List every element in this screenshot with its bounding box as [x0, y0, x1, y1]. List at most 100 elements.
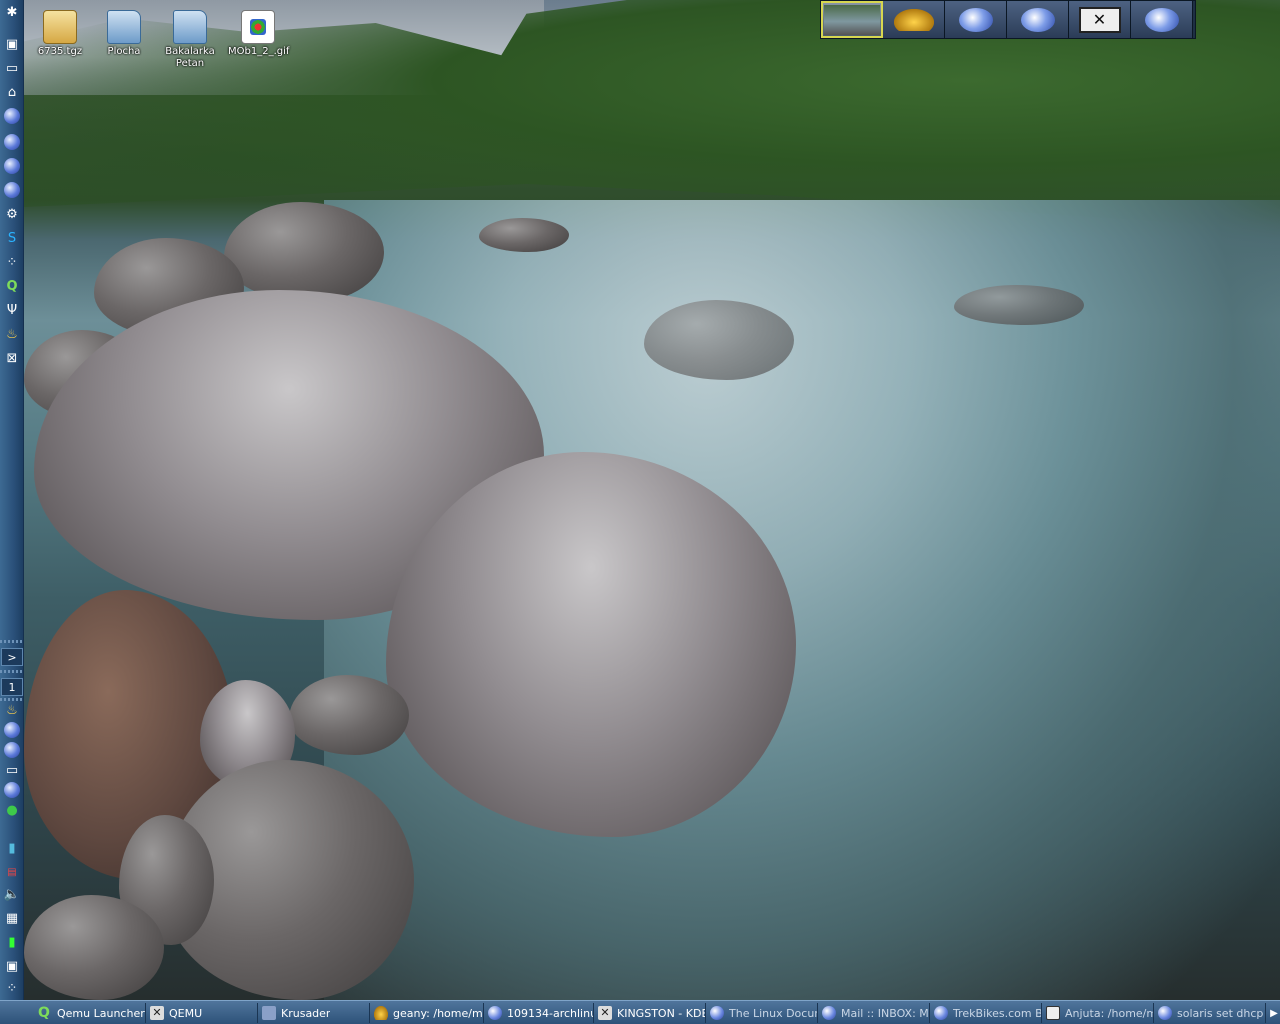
task-label: QEMU	[169, 1006, 203, 1020]
browser-icon	[488, 1006, 502, 1020]
wallpaper-rock	[479, 218, 569, 252]
browser-icon	[710, 1006, 724, 1020]
browser-icon[interactable]	[2, 720, 22, 740]
pager-desktop-6[interactable]	[1131, 1, 1193, 38]
task-mail-inbox[interactable]: Mail :: INBOX: MO	[820, 1003, 930, 1023]
taskbar-scroll-right-button[interactable]: ▶	[1268, 1003, 1280, 1023]
leaf-icon[interactable]: ●	[2, 800, 22, 820]
task-label: Mail :: INBOX: MO	[841, 1006, 929, 1020]
krusader-icon	[262, 1006, 276, 1020]
task-krusader[interactable]: Krusader	[260, 1003, 370, 1023]
clipboard-icon[interactable]: ▦	[2, 908, 22, 928]
task-geany[interactable]: geany: /home/mil	[372, 1003, 484, 1023]
task-solaris-dhcp[interactable]: solaris set dhcp c	[1156, 1003, 1266, 1023]
browser-icon[interactable]	[2, 740, 22, 760]
task-label: solaris set dhcp c	[1177, 1006, 1265, 1020]
task-kingston[interactable]: ✕ KINGSTON - KDE	[596, 1003, 706, 1023]
browser-icon	[822, 1006, 836, 1020]
desktop-icon-plocha[interactable]: Plocha	[94, 10, 154, 58]
browser-icon	[1020, 7, 1055, 32]
browser-icon	[934, 1006, 948, 1020]
task-qemu-launcher[interactable]: Q Qemu Launcher	[36, 1003, 146, 1023]
geany-icon	[374, 1006, 388, 1020]
task-label: 109134-archlinux	[507, 1006, 593, 1020]
taskbar: Q Qemu Launcher ✕ QEMU Krusader geany: /…	[0, 1000, 1280, 1024]
task-trekbikes[interactable]: TrekBikes.com Bik	[932, 1003, 1042, 1023]
terminal-icon[interactable]: ▭	[2, 760, 22, 780]
wallpaper-rock	[644, 300, 794, 380]
desktop-icon-bakalarka[interactable]: Bakalarka Petan	[160, 10, 220, 70]
task-label: geany: /home/mil	[393, 1006, 483, 1020]
browser-icon[interactable]	[2, 156, 22, 176]
wallpaper-rock	[24, 895, 164, 1000]
task-label: The Linux Docum	[729, 1006, 817, 1020]
desktop-icon-label: Plocha	[107, 46, 141, 57]
desktop-wallpaper	[24, 0, 1280, 1000]
left-panel: ✱ ▣ ▭ ⌂ ⚙ S ⁘ Q Ψ ♨ ⊠ > 1 ♨ ▭ ● ▮ ▤ 🔈 ▦ …	[0, 0, 24, 1000]
browser-icon[interactable]	[2, 780, 22, 800]
browser-icon	[958, 7, 993, 32]
archive-icon	[43, 10, 77, 44]
wallpaper-thumb	[823, 4, 880, 35]
x-window-icon: ✕	[150, 1006, 164, 1020]
task-archlinux[interactable]: 109134-archlinux	[486, 1003, 594, 1023]
panel-expand-button[interactable]: >	[1, 648, 23, 666]
pager-desktop-2[interactable]	[883, 1, 945, 38]
task-label: Qemu Launcher	[57, 1006, 145, 1020]
keyboard-layout-flag-icon[interactable]: ▤	[2, 862, 22, 882]
browser-icon[interactable]	[2, 106, 22, 126]
browser-icon	[1144, 7, 1179, 32]
panel-separator	[0, 670, 24, 673]
browser-icon	[1158, 1006, 1172, 1020]
desktop-icon-label: Bakalarka Petan	[165, 46, 215, 69]
gear-icon[interactable]: ⚙	[2, 204, 22, 224]
x-window-icon: ✕	[1078, 6, 1121, 33]
anjuta-icon[interactable]: ⊠	[2, 348, 22, 368]
kde-menu-icon[interactable]: ✱	[2, 2, 22, 22]
task-label: KINGSTON - KDE	[617, 1006, 705, 1020]
network-icon[interactable]: ⁘	[2, 978, 22, 998]
qemu-icon: Q	[38, 1005, 50, 1021]
task-anjuta[interactable]: Anjuta: /home/mil	[1044, 1003, 1154, 1023]
network-icon[interactable]: ⁘	[2, 252, 22, 272]
anjuta-icon	[1046, 1006, 1060, 1020]
cpu-monitor-icon[interactable]: ▮	[2, 932, 22, 952]
x-window-icon: ✕	[598, 1006, 612, 1020]
task-linux-docs[interactable]: The Linux Docum	[708, 1003, 818, 1023]
mail-icon[interactable]	[2, 132, 22, 152]
desktop-pager: ✕	[820, 0, 1196, 39]
qemu-icon[interactable]: Q	[2, 276, 22, 296]
folder-icon	[173, 10, 207, 44]
desktop-icon-label: MOb1_2_.gif	[228, 46, 290, 57]
task-label: TrekBikes.com Bik	[953, 1006, 1041, 1020]
task-label: Anjuta: /home/mil	[1065, 1006, 1153, 1020]
display-icon[interactable]: ▣	[2, 956, 22, 976]
wallpaper-rock	[954, 285, 1084, 325]
terminal-icon[interactable]: ▭	[2, 58, 22, 78]
folder-icon	[107, 10, 141, 44]
lamp-icon	[893, 8, 934, 31]
network-monitor-icon[interactable]: ▮	[2, 838, 22, 858]
volume-icon[interactable]: 🔈	[2, 884, 22, 904]
wallpaper-rock	[386, 452, 796, 837]
desktop-icon-label: 6735.tgz	[37, 46, 83, 57]
image-file-icon	[241, 10, 275, 44]
skype-icon[interactable]: S	[2, 228, 22, 248]
panel-separator	[0, 640, 24, 643]
show-desktop-icon[interactable]: ▣	[2, 34, 22, 54]
globe-icon[interactable]	[2, 180, 22, 200]
wallpaper-rock	[289, 675, 409, 755]
geany-icon[interactable]: ♨	[2, 324, 22, 344]
task-label: Krusader	[281, 1006, 331, 1020]
desktop-icon-archive[interactable]: 6735.tgz	[30, 10, 90, 58]
pager-desktop-4[interactable]	[1007, 1, 1069, 38]
geany-icon[interactable]: ♨	[2, 700, 22, 720]
home-icon[interactable]: ⌂	[2, 82, 22, 102]
task-qemu[interactable]: ✕ QEMU	[148, 1003, 258, 1023]
desktop-icon-gif[interactable]: MOb1_2_.gif	[228, 10, 290, 58]
pager-desktop-3[interactable]	[945, 1, 1007, 38]
psi-icon[interactable]: Ψ	[2, 300, 22, 320]
pager-desktop-1[interactable]	[821, 1, 883, 38]
pager-desktop-5[interactable]: ✕	[1069, 1, 1131, 38]
desktop-switch-1[interactable]: 1	[1, 678, 23, 696]
